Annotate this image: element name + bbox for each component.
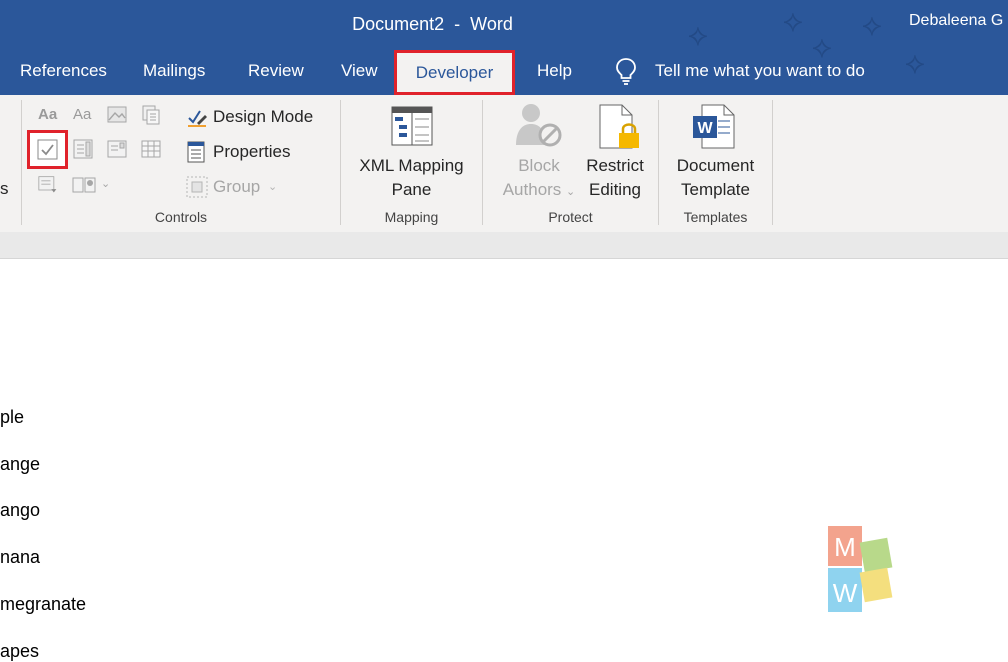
- restrict-editing-button[interactable]: Restrict Editing: [578, 154, 652, 202]
- svg-text:W: W: [697, 120, 713, 137]
- chevron-down-icon: ⌄: [566, 186, 576, 198]
- date-picker-content-control-icon[interactable]: [141, 139, 161, 159]
- checkbox-content-control-icon: [37, 139, 58, 160]
- properties-icon: [187, 141, 205, 163]
- group-button[interactable]: Group: [213, 177, 260, 197]
- title-bar: ⟡ ⟡ ⟡ ⟡ ⟡ Document2 - Word Debaleena G R…: [0, 0, 1008, 95]
- tab-help[interactable]: Help: [537, 61, 572, 81]
- group-separator: [21, 100, 22, 225]
- ruler-strip: [0, 232, 1008, 259]
- ribbon: s Aa Aa ⌄ Design Mode Properties Group ⌄…: [0, 95, 1008, 232]
- properties-button[interactable]: Properties: [213, 142, 290, 162]
- list-item[interactable]: ango: [0, 500, 40, 521]
- drop-down-list-content-control-icon[interactable]: [107, 139, 127, 159]
- xml-mapping-icon: [391, 106, 433, 146]
- list-item[interactable]: apes: [0, 641, 39, 662]
- building-block-gallery-icon[interactable]: [141, 105, 161, 125]
- bird-pattern-icon: ⟡: [905, 46, 925, 81]
- document-title: Document2 - Word: [352, 14, 513, 34]
- xml-mapping-label-line2: Pane: [391, 180, 432, 199]
- xml-mapping-label-line1: XML Mapping: [359, 156, 464, 175]
- restrict-editing-label-line1: Restrict: [586, 156, 644, 175]
- group-separator: [772, 100, 773, 225]
- group-icon: [186, 176, 208, 198]
- design-mode-icon: [188, 110, 207, 127]
- restrict-editing-label-line2: Editing: [589, 180, 641, 199]
- tab-view[interactable]: View: [341, 61, 378, 81]
- repeating-section-content-control-icon[interactable]: [72, 175, 98, 195]
- site-watermark-logo: M W: [828, 526, 893, 612]
- chevron-down-icon[interactable]: ⌄: [101, 177, 110, 190]
- document-template-icon: W: [693, 104, 735, 149]
- block-authors-icon: [516, 104, 562, 147]
- rich-text-content-control-icon[interactable]: Aa: [38, 106, 58, 126]
- user-name[interactable]: Debaleena G: [909, 12, 1003, 30]
- watermark-letter-m: M: [834, 532, 856, 562]
- tab-references[interactable]: References: [20, 61, 107, 81]
- legacy-forms-icon[interactable]: [38, 175, 58, 195]
- group-label-protect: Protect: [548, 209, 593, 225]
- list-item[interactable]: nana: [0, 547, 40, 568]
- block-authors-label-text: Authors: [502, 180, 562, 199]
- combo-box-content-control-icon[interactable]: [73, 139, 93, 159]
- document-template-label-line2: Template: [681, 180, 750, 199]
- group-separator: [482, 100, 483, 225]
- plain-text-content-control-icon[interactable]: Aa: [73, 106, 93, 126]
- list-item[interactable]: megranate: [0, 594, 86, 615]
- group-label-mapping: Mapping: [384, 209, 439, 225]
- tab-developer[interactable]: Developer: [394, 50, 515, 95]
- document-template-label-line1: Document: [676, 156, 755, 175]
- list-item[interactable]: ple: [0, 407, 24, 428]
- picture-content-control-icon[interactable]: [107, 105, 127, 125]
- xml-mapping-pane-button[interactable]: XML Mapping Pane: [341, 154, 482, 202]
- list-item[interactable]: ange: [0, 454, 40, 475]
- tab-review[interactable]: Review: [248, 61, 304, 81]
- design-mode-button[interactable]: Design Mode: [213, 107, 313, 127]
- watermark-letter-w: W: [833, 578, 858, 608]
- previous-group-edge-label: s: [0, 179, 9, 198]
- group-label-templates: Templates: [683, 209, 748, 225]
- bird-pattern-icon: ⟡: [812, 30, 832, 65]
- document-template-button[interactable]: Document Template: [659, 154, 772, 202]
- tab-developer-label: Developer: [415, 63, 494, 82]
- restrict-editing-icon: [599, 104, 639, 149]
- tell-me-search[interactable]: Tell me what you want to do: [655, 61, 865, 81]
- tab-mailings[interactable]: Mailings: [143, 61, 205, 81]
- lightbulb-icon[interactable]: [614, 57, 638, 85]
- checkbox-content-control-button[interactable]: [27, 130, 68, 169]
- group-label-controls: Controls: [154, 209, 208, 225]
- chevron-down-icon[interactable]: ⌄: [268, 180, 277, 193]
